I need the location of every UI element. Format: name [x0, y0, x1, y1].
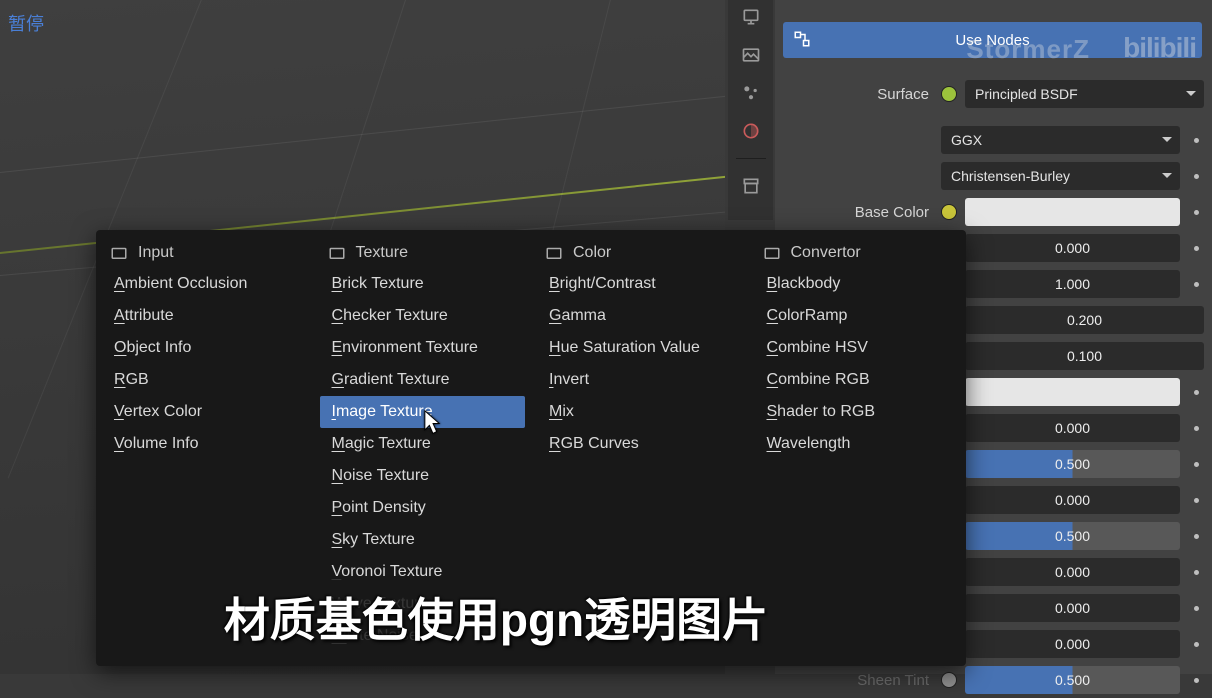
menu-item[interactable]: Brick Texture: [320, 268, 526, 300]
pin-icon[interactable]: [1188, 642, 1204, 647]
menu-item[interactable]: Magic Texture: [320, 428, 526, 460]
surface-shader-value: Principled BSDF: [975, 86, 1078, 102]
menu-item[interactable]: ColorRamp: [755, 300, 961, 332]
sss-method-dropdown[interactable]: Christensen-Burley: [941, 162, 1180, 190]
menu-item[interactable]: Combine HSV: [755, 332, 961, 364]
anisotropic-slider[interactable]: 0.000: [965, 558, 1180, 586]
pin-icon[interactable]: [1188, 462, 1204, 467]
watermark-user: StormerZ: [966, 34, 1090, 65]
pin-icon[interactable]: [1188, 498, 1204, 503]
output-tab-icon[interactable]: [738, 4, 764, 30]
menu-item[interactable]: Hue Saturation Value: [537, 332, 743, 364]
particles-tab-icon[interactable]: [738, 80, 764, 106]
image-tab-icon[interactable]: [738, 42, 764, 68]
material-tab-icon[interactable]: [738, 118, 764, 144]
menu-item[interactable]: Combine RGB: [755, 364, 961, 396]
menu-item[interactable]: Point Density: [320, 492, 526, 524]
menu-item[interactable]: Ambient Occlusion: [102, 268, 308, 300]
menu-item[interactable]: Noise Texture: [320, 460, 526, 492]
subsurface-color-swatch[interactable]: [965, 378, 1180, 406]
menu-item[interactable]: Shader to RGB: [755, 396, 961, 428]
specular-tint-slider[interactable]: 0.000: [965, 486, 1180, 514]
separator: [736, 158, 766, 159]
radius-b-slider[interactable]: 0.100: [965, 342, 1204, 370]
menu-item[interactable]: Vertex Color: [102, 396, 308, 428]
nodes-icon: [793, 30, 811, 52]
menu-item[interactable]: Object Info: [102, 332, 308, 364]
surface-label: Surface: [781, 86, 941, 103]
value-socket-icon[interactable]: [941, 672, 957, 688]
sheen-slider[interactable]: 0.000: [965, 630, 1180, 658]
menu-item[interactable]: Gradient Texture: [320, 364, 526, 396]
pin-icon[interactable]: [1188, 678, 1204, 683]
pin-icon[interactable]: [1188, 606, 1204, 611]
archive-tab-icon[interactable]: [738, 173, 764, 199]
menu-header-convertor: Convertor: [755, 238, 961, 268]
pin-icon[interactable]: [1188, 570, 1204, 575]
pin-icon[interactable]: [1188, 426, 1204, 431]
surface-row: Surface Principled BSDF: [781, 76, 1204, 112]
folder-icon: [545, 244, 563, 262]
surface-shader-dropdown[interactable]: Principled BSDF: [965, 80, 1204, 108]
metallic-slider[interactable]: 0.000: [965, 414, 1180, 442]
pin-icon[interactable]: [1188, 138, 1204, 143]
specular-slider[interactable]: 0.500: [965, 450, 1180, 478]
pin-icon[interactable]: [1188, 174, 1204, 179]
pause-label[interactable]: 暂停: [8, 10, 44, 36]
menu-item[interactable]: Checker Texture: [320, 300, 526, 332]
menu-item[interactable]: Environment Texture: [320, 332, 526, 364]
radius-g-slider[interactable]: 0.200: [965, 306, 1204, 334]
menu-item[interactable]: Image Texture: [320, 396, 526, 428]
shader-socket-icon[interactable]: [941, 86, 957, 102]
anisotropic-rotation-slider[interactable]: 0.000: [965, 594, 1180, 622]
menu-header-texture: Texture: [320, 238, 526, 268]
folder-icon: [328, 244, 346, 262]
menu-item[interactable]: Attribute: [102, 300, 308, 332]
pin-icon[interactable]: [1188, 246, 1204, 251]
subsurface-radius-slider[interactable]: 1.000: [965, 270, 1180, 298]
roughness-slider[interactable]: 0.500: [965, 522, 1180, 550]
menu-header-color: Color: [537, 238, 743, 268]
base-color-swatch[interactable]: [965, 198, 1180, 226]
watermark-site: bilibili: [1123, 32, 1196, 64]
folder-icon: [763, 244, 781, 262]
menu-item[interactable]: Bright/Contrast: [537, 268, 743, 300]
menu-item[interactable]: Invert: [537, 364, 743, 396]
color-socket-icon[interactable]: [941, 204, 957, 220]
pin-icon[interactable]: [1188, 210, 1204, 215]
menu-item[interactable]: Mix: [537, 396, 743, 428]
menu-item[interactable]: Wavelength: [755, 428, 961, 460]
menu-item[interactable]: RGB: [102, 364, 308, 396]
base-color-label: Base Color: [781, 204, 941, 221]
sheen-tint-slider[interactable]: 0.500: [965, 666, 1180, 694]
menu-item[interactable]: Blackbody: [755, 268, 961, 300]
subsurface-slider[interactable]: 0.000: [965, 234, 1180, 262]
menu-header-input: Input: [102, 238, 308, 268]
pin-icon[interactable]: [1188, 534, 1204, 539]
properties-tabs: [728, 0, 773, 220]
distribution-dropdown[interactable]: GGX: [941, 126, 1180, 154]
pin-icon[interactable]: [1188, 390, 1204, 395]
menu-item[interactable]: Volume Info: [102, 428, 308, 460]
video-subtitle: 材质基色使用pgn透明图片: [96, 578, 896, 660]
folder-icon: [110, 244, 128, 262]
menu-item[interactable]: Gamma: [537, 300, 743, 332]
menu-item[interactable]: RGB Curves: [537, 428, 743, 460]
pin-icon[interactable]: [1188, 282, 1204, 287]
menu-item[interactable]: Sky Texture: [320, 524, 526, 556]
